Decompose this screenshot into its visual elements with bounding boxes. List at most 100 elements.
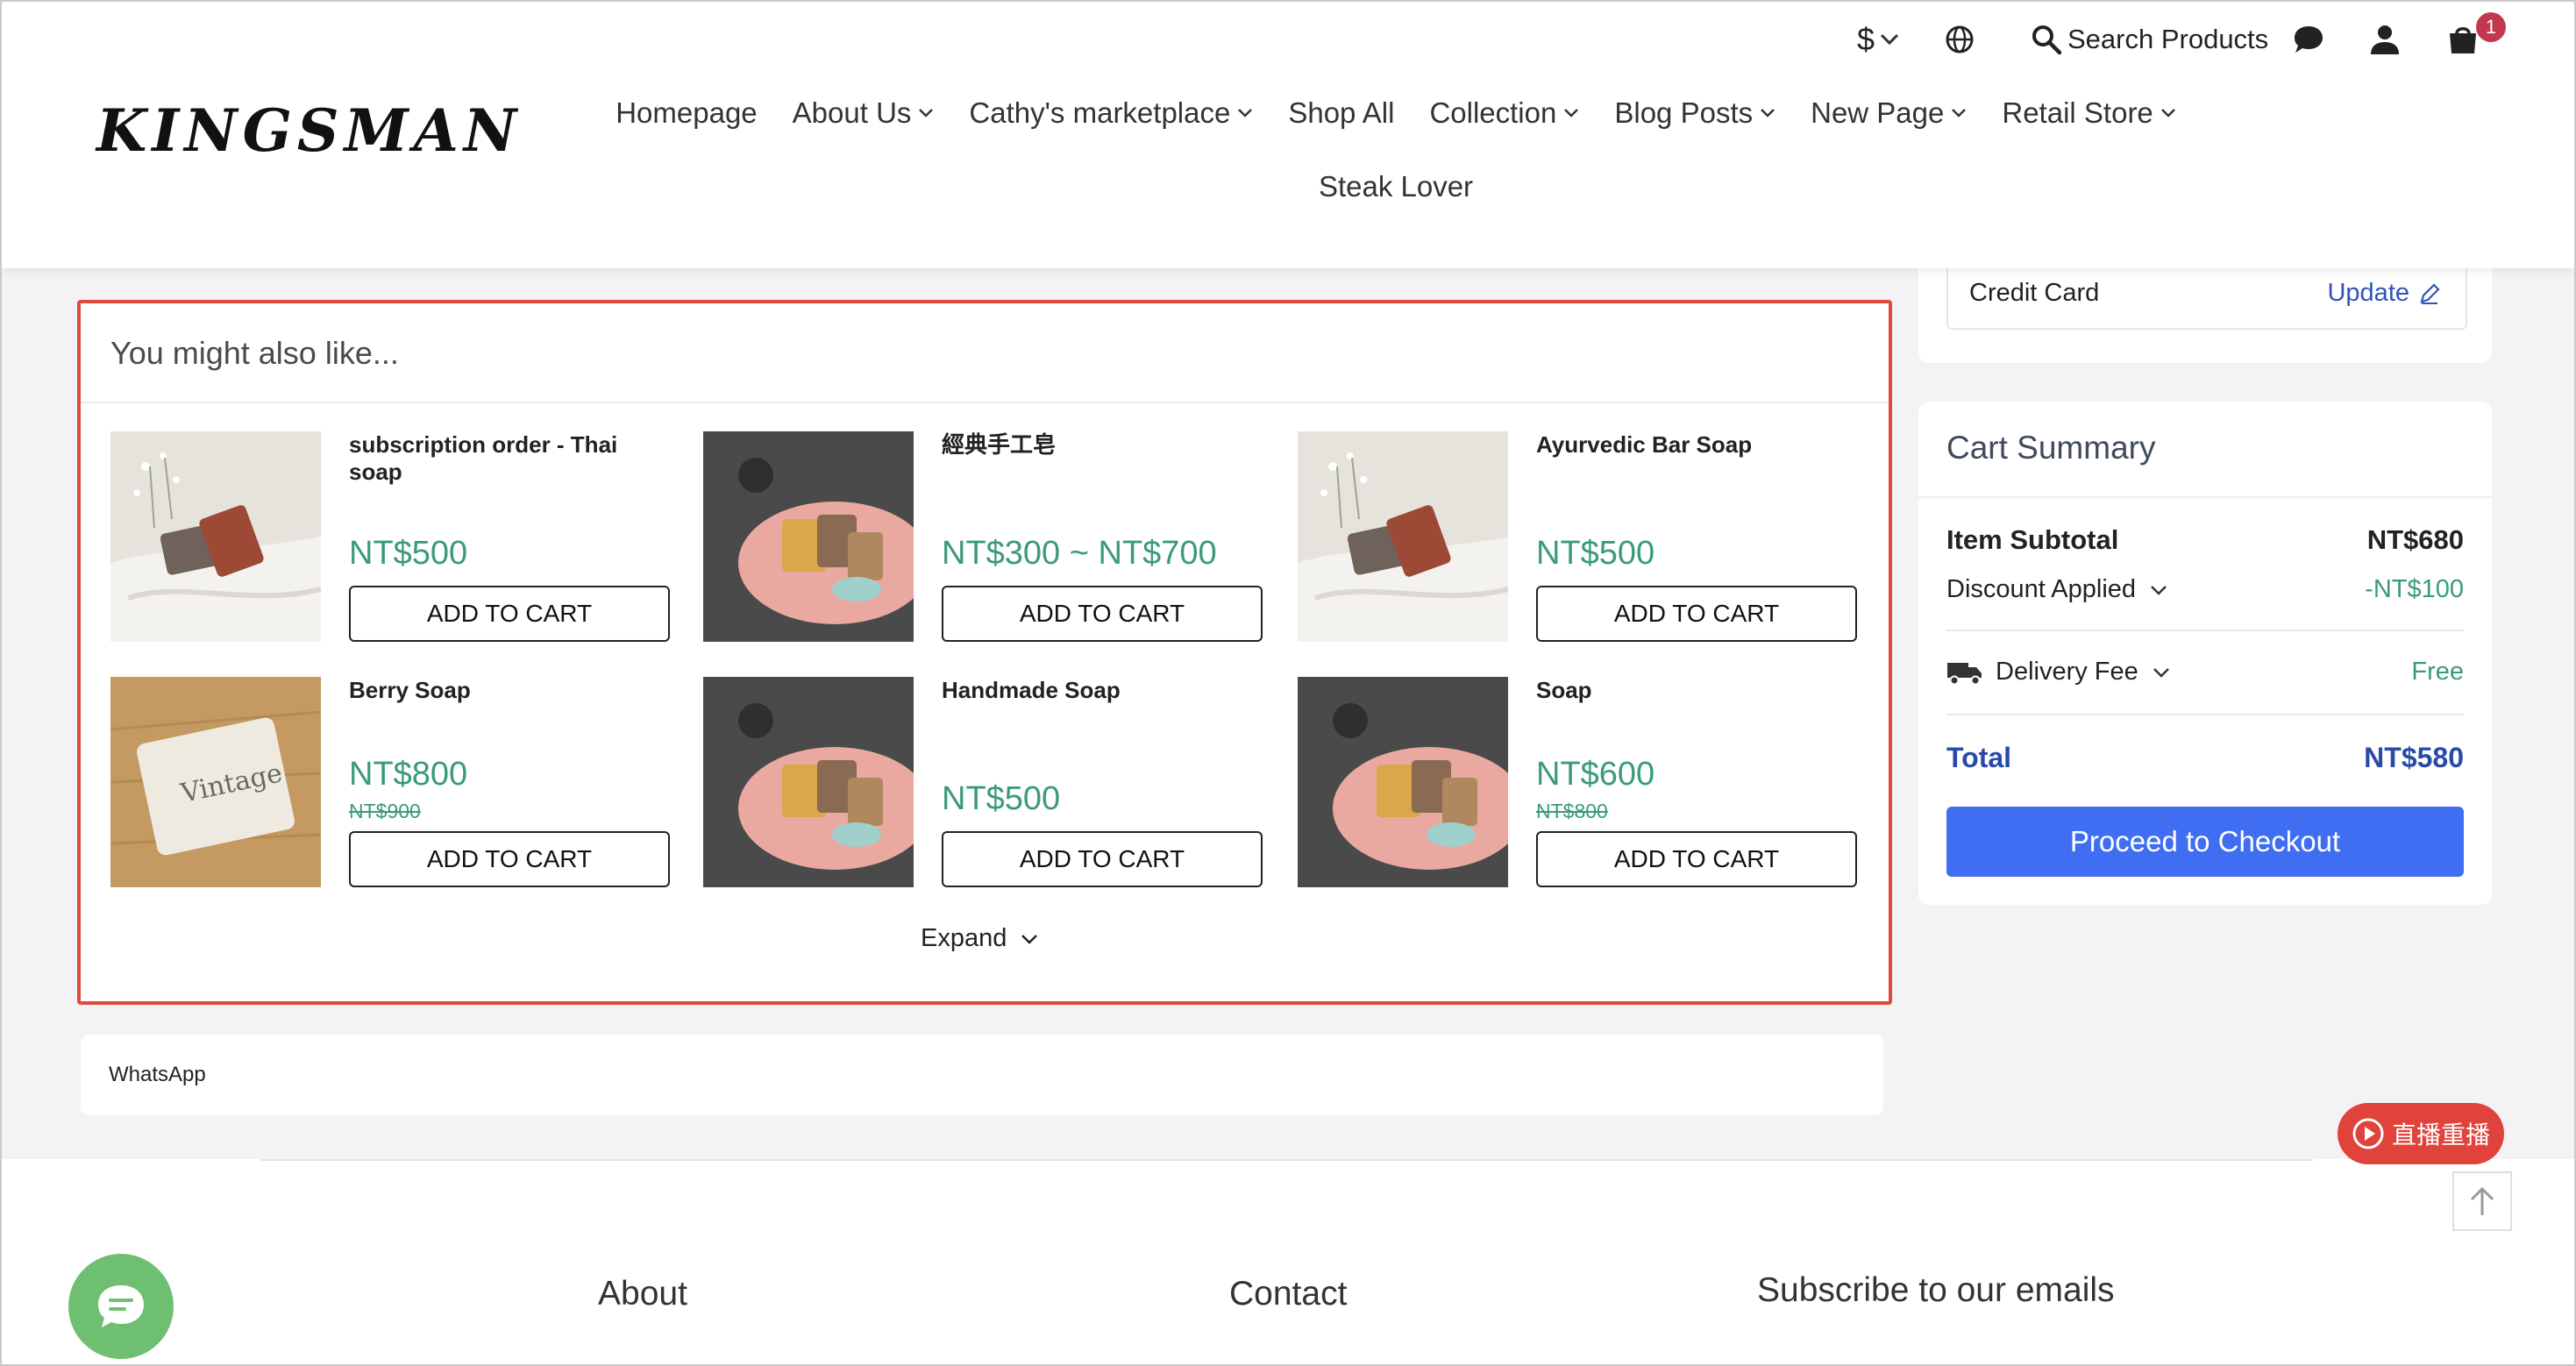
product-name[interactable]: Handmade Soap — [942, 677, 1266, 704]
cart-summary: Cart Summary Item Subtotal NT$680 Discou… — [1918, 402, 2492, 905]
product-price: NT$600 — [1536, 756, 1655, 793]
chevron-down-icon — [2160, 109, 2175, 117]
footer-subscribe-heading: Subscribe to our emails — [1757, 1271, 2115, 1309]
subtotal-value: NT$680 — [2366, 524, 2464, 555]
chat-bubble-icon — [98, 1285, 144, 1327]
payment-method-row: Credit Card Update — [1946, 258, 2467, 330]
live-replay-label: 直播重播 — [2391, 1121, 2490, 1149]
subtotal-label: Item Subtotal — [1946, 524, 2119, 555]
product-name[interactable]: Ayurvedic Bar Soap — [1536, 431, 1861, 459]
update-payment-button[interactable]: Update — [2327, 279, 2441, 308]
product-name[interactable]: subscription order - Thai soap — [349, 431, 673, 486]
original-price: NT$800 — [1536, 800, 1608, 822]
add-to-cart-button[interactable]: ADD TO CART — [942, 831, 1263, 887]
product-card: subscription order - Thai soap NT$500 AD… — [110, 431, 672, 642]
messages-button[interactable] — [2292, 18, 2325, 61]
nav-item-about-us[interactable]: About Us — [793, 96, 935, 130]
add-to-cart-button[interactable]: ADD TO CART — [349, 831, 670, 887]
whatsapp-label: WhatsApp — [109, 1063, 206, 1086]
site-footer: About Contact Subscribe to our emails — [0, 1159, 2576, 1366]
currency-selector[interactable]: $ — [1857, 18, 1899, 61]
add-to-cart-button[interactable]: ADD TO CART — [1536, 586, 1857, 642]
delivery-value: Free — [2411, 658, 2464, 686]
add-to-cart-button[interactable]: ADD TO CART — [1536, 831, 1857, 887]
footer-contact-heading: Contact — [1229, 1275, 1348, 1313]
add-to-cart-button[interactable]: ADD TO CART — [942, 586, 1263, 642]
cart-summary-title: Cart Summary — [1946, 430, 2156, 466]
whatsapp-link[interactable]: WhatsApp — [81, 1035, 1883, 1115]
product-name[interactable]: Soap — [1536, 677, 1861, 704]
back-to-top-button[interactable] — [2452, 1171, 2512, 1231]
footer-about-heading: About — [598, 1275, 687, 1313]
recommendations-section: You might also like... subscription orde… — [77, 300, 1892, 1005]
divider — [261, 1159, 2313, 1161]
product-card: 經典手工皂 NT$300 ~ NT$700 ADD TO CART — [703, 431, 1264, 642]
nav-item-retail-store[interactable]: Retail Store — [2002, 96, 2175, 130]
product-image[interactable] — [1298, 677, 1508, 887]
nav-item-shop-all[interactable]: Shop All — [1288, 96, 1394, 130]
nav-item-homepage[interactable]: Homepage — [616, 96, 757, 130]
product-price: NT$300 ~ NT$700 — [942, 535, 1217, 572]
chevron-down-icon — [1761, 109, 1775, 117]
product-image[interactable]: Vintage — [110, 677, 321, 887]
product-card: Vintage Berry Soap NT$800 NT$900 ADD TO … — [110, 677, 672, 887]
chat-bubble-icon — [2295, 26, 2323, 53]
add-to-cart-button[interactable]: ADD TO CART — [349, 586, 670, 642]
chevron-down-icon — [1880, 33, 1899, 46]
discount-value: -NT$100 — [2365, 575, 2464, 603]
chevron-down-icon — [1952, 109, 1967, 117]
product-name[interactable]: 經典手工皂 — [942, 431, 1266, 459]
expand-label: Expand — [921, 924, 1007, 952]
chevron-down-icon — [919, 109, 934, 117]
product-image[interactable] — [110, 431, 321, 642]
cart-count-badge: 1 — [2476, 12, 2506, 42]
product-card: Handmade Soap NT$500 ADD TO CART — [703, 677, 1264, 887]
product-card: Soap NT$600 NT$800 ADD TO CART — [1298, 677, 1859, 887]
nav-item-blog-posts[interactable]: Blog Posts — [1614, 96, 1775, 130]
discount-toggle[interactable]: Discount Applied — [1946, 575, 2167, 604]
product-image[interactable] — [703, 677, 914, 887]
site-header: KINGSMAN $ Search Products 1 Homepage Ab… — [2, 2, 2574, 268]
globe-icon — [1946, 25, 1974, 53]
pencil-icon — [2420, 282, 2440, 304]
discount-row: Discount Applied -NT$100 — [1946, 575, 2464, 604]
delivery-label: Delivery Fee — [1996, 658, 2138, 686]
product-price: NT$500 — [942, 780, 1061, 817]
nav-item-collection[interactable]: Collection — [1429, 96, 1579, 130]
proceed-to-checkout-button[interactable]: Proceed to Checkout — [1946, 807, 2464, 877]
arrow-up-icon — [2470, 1186, 2494, 1215]
total-value: NT$580 — [2364, 742, 2464, 773]
truck-icon — [1947, 662, 1982, 685]
update-label: Update — [2327, 279, 2409, 307]
language-selector[interactable] — [1945, 18, 1975, 61]
product-card: Ayurvedic Bar Soap NT$500 ADD TO CART — [1298, 431, 1859, 642]
main-navigation: Homepage About Us Cathy's marketplace Sh… — [616, 96, 2175, 130]
product-image[interactable] — [1298, 431, 1508, 642]
product-name[interactable]: Berry Soap — [349, 677, 673, 704]
chevron-down-icon — [1564, 109, 1579, 117]
nav-item-steak-lover[interactable]: Steak Lover — [686, 170, 2106, 203]
chevron-down-icon — [2151, 585, 2167, 595]
shopping-bag-icon — [2450, 27, 2476, 53]
chat-widget-button[interactable] — [68, 1254, 174, 1359]
product-price: NT$500 — [1536, 535, 1655, 572]
nav-item-new-page[interactable]: New Page — [1811, 96, 1967, 130]
search-icon — [2032, 25, 2062, 55]
expand-button[interactable]: Expand — [921, 924, 1038, 953]
chevron-down-icon — [1238, 109, 1253, 117]
delivery-toggle[interactable]: Delivery Fee — [1946, 658, 2170, 687]
nav-item-cathys-marketplace[interactable]: Cathy's marketplace — [969, 96, 1253, 130]
cart-button[interactable] — [2446, 18, 2480, 61]
product-image[interactable] — [703, 431, 914, 642]
site-logo[interactable]: KINGSMAN — [96, 96, 522, 165]
search-products-button[interactable]: Search Products — [2031, 18, 2268, 61]
delivery-row: Delivery Fee Free — [1946, 658, 2464, 693]
total-label: Total — [1946, 742, 2012, 773]
total-row: Total NT$580 — [1946, 742, 2464, 774]
currency-symbol: $ — [1857, 21, 1875, 57]
account-button[interactable] — [2369, 18, 2401, 61]
product-price: NT$500 — [349, 535, 468, 572]
recommendations-title: You might also like... — [110, 335, 399, 371]
live-replay-button[interactable]: 直播重播 — [2338, 1103, 2504, 1164]
chevron-down-icon — [1021, 934, 1038, 944]
